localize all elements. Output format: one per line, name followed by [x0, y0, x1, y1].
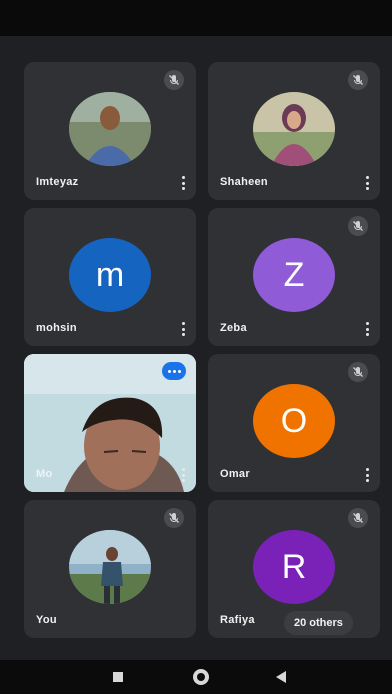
participant-tile-mohsin[interactable]: m mohsin	[24, 208, 196, 346]
participant-tile-you[interactable]: You	[24, 500, 196, 638]
more-options-icon[interactable]	[180, 176, 186, 190]
mic-off-icon	[348, 362, 368, 382]
avatar	[69, 92, 151, 166]
more-options-icon[interactable]	[364, 468, 370, 482]
mic-off-icon	[348, 508, 368, 528]
status-bar	[0, 0, 392, 36]
mic-off-icon	[164, 508, 184, 528]
more-options-icon[interactable]	[180, 468, 186, 482]
avatar	[69, 530, 151, 604]
home-icon[interactable]	[193, 669, 209, 685]
avatar: Z	[253, 238, 335, 312]
participant-tile-mo[interactable]: Mo	[24, 354, 196, 492]
avatar: m	[69, 238, 151, 312]
participant-name: Shaheen	[220, 176, 268, 188]
participant-name: Zeba	[220, 322, 247, 334]
avatar	[253, 92, 335, 166]
participant-tile-shaheen[interactable]: Shaheen	[208, 62, 380, 200]
participant-name: Imteyaz	[36, 176, 79, 188]
more-options-icon[interactable]	[180, 322, 186, 336]
participant-tile-omar[interactable]: O Omar	[208, 354, 380, 492]
participant-tile-imteyaz[interactable]: Imteyaz	[24, 62, 196, 200]
more-options-icon[interactable]	[364, 322, 370, 336]
participant-name: Mo	[36, 468, 53, 480]
mic-off-icon	[348, 216, 368, 236]
more-options-icon[interactable]	[364, 176, 370, 190]
participant-name: Rafiya	[220, 614, 255, 626]
speaking-indicator-icon	[162, 362, 186, 380]
participant-name: mohsin	[36, 322, 77, 334]
participant-tile-zeba[interactable]: Z Zeba	[208, 208, 380, 346]
navigation-bar	[0, 660, 392, 694]
mic-off-icon	[164, 70, 184, 90]
back-icon[interactable]	[276, 671, 286, 683]
others-count-chip[interactable]: 20 others	[284, 611, 353, 635]
avatar: O	[253, 384, 335, 458]
avatar: R	[253, 530, 335, 604]
participant-name: You	[36, 614, 57, 626]
mic-off-icon	[348, 70, 368, 90]
participant-name: Omar	[220, 468, 250, 480]
recent-apps-icon[interactable]	[113, 672, 123, 682]
